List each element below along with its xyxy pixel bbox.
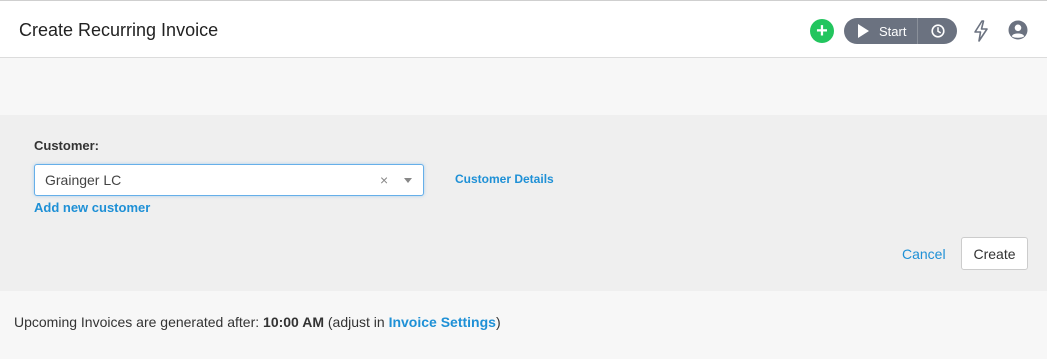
- add-button[interactable]: +: [810, 19, 834, 43]
- start-label: Start: [879, 23, 907, 39]
- play-icon: [858, 24, 869, 38]
- note-prefix: Upcoming Invoices are generated after:: [14, 314, 264, 330]
- user-icon[interactable]: [1008, 20, 1028, 40]
- timer-control: Start: [844, 18, 957, 44]
- form-panel: [0, 115, 1047, 291]
- note-suffix: ): [495, 314, 501, 330]
- bolt-icon[interactable]: [973, 20, 989, 42]
- clear-icon[interactable]: ×: [380, 172, 388, 188]
- customer-label: Customer:: [34, 138, 100, 153]
- chevron-down-icon[interactable]: [404, 178, 412, 183]
- clock-icon: [930, 24, 945, 38]
- invoice-generation-note: Upcoming Invoices are generated after: 1…: [14, 314, 501, 330]
- customer-select-value: Grainger LC: [45, 172, 122, 188]
- note-middle: (adjust in: [323, 314, 389, 330]
- customer-select[interactable]: Grainger LC ×: [34, 164, 424, 196]
- timer-history-button[interactable]: [918, 18, 957, 44]
- plus-icon: +: [816, 20, 828, 42]
- cancel-button[interactable]: Cancel: [902, 246, 946, 262]
- add-new-customer-link[interactable]: Add new customer: [34, 200, 150, 215]
- customer-details-link[interactable]: Customer Details: [455, 172, 554, 186]
- start-timer-button[interactable]: Start: [844, 18, 918, 44]
- invoice-settings-link[interactable]: Invoice Settings: [389, 314, 496, 330]
- create-button[interactable]: Create: [961, 237, 1028, 270]
- generation-time: 10:00 AM: [263, 314, 324, 330]
- page-title: Create Recurring Invoice: [19, 20, 219, 40]
- top-bar: Create Recurring Invoice + Start: [0, 0, 1047, 58]
